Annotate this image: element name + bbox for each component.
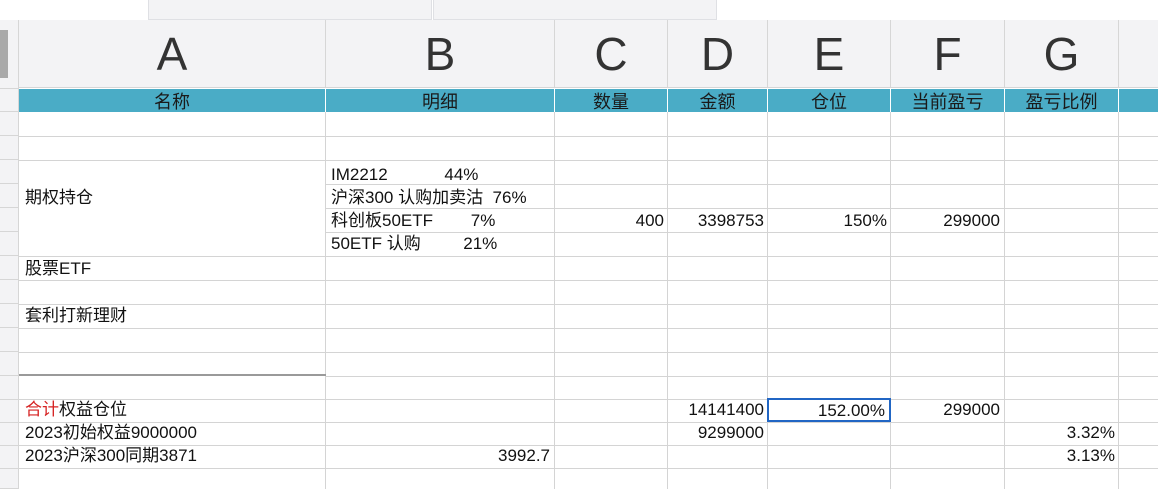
row-header[interactable] (0, 208, 19, 232)
column-header-b[interactable]: B (326, 20, 555, 88)
cell-a-stock-etf[interactable]: 股票ETF (25, 257, 323, 280)
cell-d-amount[interactable]: 3398753 (669, 209, 764, 232)
row-header[interactable] (0, 304, 19, 328)
header-cell-pnl-ratio[interactable]: 盈亏比例 (1005, 89, 1119, 112)
column-header-g[interactable]: G (1005, 20, 1119, 88)
toolbar-box[interactable] (148, 0, 432, 20)
cell-b-kcb50etf[interactable]: 科创板50ETF 7% (331, 209, 553, 232)
column-header-d[interactable]: D (668, 20, 768, 88)
row-header[interactable] (0, 184, 19, 208)
header-cell-detail[interactable]: 明细 (326, 89, 555, 112)
header-cell-quantity[interactable]: 数量 (555, 89, 668, 112)
row-header[interactable] (0, 136, 19, 160)
cell-f-pnl[interactable]: 299000 (892, 209, 1000, 232)
cell-b-hs300-value[interactable]: 3992.7 (327, 444, 550, 467)
row-header[interactable] (0, 469, 19, 489)
column-header-f[interactable]: F (891, 20, 1005, 88)
cell-e-position[interactable]: 150% (769, 209, 887, 232)
cell-b-50etf[interactable]: 50ETF 认购 21% (331, 232, 553, 255)
column-header-c[interactable]: C (555, 20, 668, 88)
cell-a-hs300-compare[interactable]: 2023沪深300同期3871 (25, 444, 323, 467)
column-header-a[interactable]: A (19, 20, 326, 88)
row-header[interactable] (0, 112, 19, 136)
row-header[interactable] (0, 446, 19, 469)
cell-g-initial[interactable]: 3.32% (1006, 421, 1115, 444)
header-cell-position[interactable]: 仓位 (768, 89, 891, 112)
row-header[interactable] (0, 400, 19, 423)
total-rest-label: 权益仓位 (59, 400, 127, 419)
row-header[interactable] (0, 280, 19, 304)
cell-f-total[interactable]: 299000 (892, 398, 1000, 421)
cell-border-bottom (19, 374, 326, 376)
cell-a-arbitrage[interactable]: 套利打新理财 (25, 304, 323, 327)
row-header[interactable] (0, 232, 19, 256)
row-header[interactable] (0, 256, 19, 280)
row-header[interactable] (0, 89, 19, 112)
row-header[interactable] (0, 160, 19, 184)
selected-cell[interactable]: 152.00% (767, 398, 891, 422)
row-header[interactable] (0, 352, 19, 376)
cell-a-total[interactable]: 合计权益仓位 (25, 398, 323, 421)
cell-a-initial-equity[interactable]: 2023初始权益9000000 (25, 421, 323, 444)
cell-b-hs300[interactable]: 沪深300 认购加卖沽 76% (331, 186, 553, 209)
column-header-e[interactable]: E (768, 20, 891, 88)
cell-d-total[interactable]: 14141400 (669, 398, 764, 421)
row-header[interactable] (0, 423, 19, 446)
header-cell-name[interactable]: 名称 (19, 89, 326, 112)
cell-c-quantity[interactable]: 400 (556, 209, 664, 232)
cell-e-total: 152.00% (817, 401, 885, 420)
cell-d-initial[interactable]: 9299000 (669, 421, 764, 444)
row-header[interactable] (0, 328, 19, 352)
frozen-pane-marker (0, 30, 8, 78)
top-strip (0, 0, 1158, 20)
column-header-h[interactable] (1119, 20, 1158, 88)
toolbar-box[interactable] (433, 0, 717, 20)
cell-g-hs300[interactable]: 3.13% (1006, 444, 1115, 467)
header-cell-amount[interactable]: 金额 (668, 89, 768, 112)
cell-b-im2212[interactable]: IM2212 44% (331, 163, 553, 186)
cell-a-options[interactable]: 期权持仓 (25, 186, 323, 209)
total-red-label: 合计 (25, 400, 59, 419)
header-cell-current-pnl[interactable]: 当前盈亏 (891, 89, 1005, 112)
row-header[interactable] (0, 376, 19, 400)
